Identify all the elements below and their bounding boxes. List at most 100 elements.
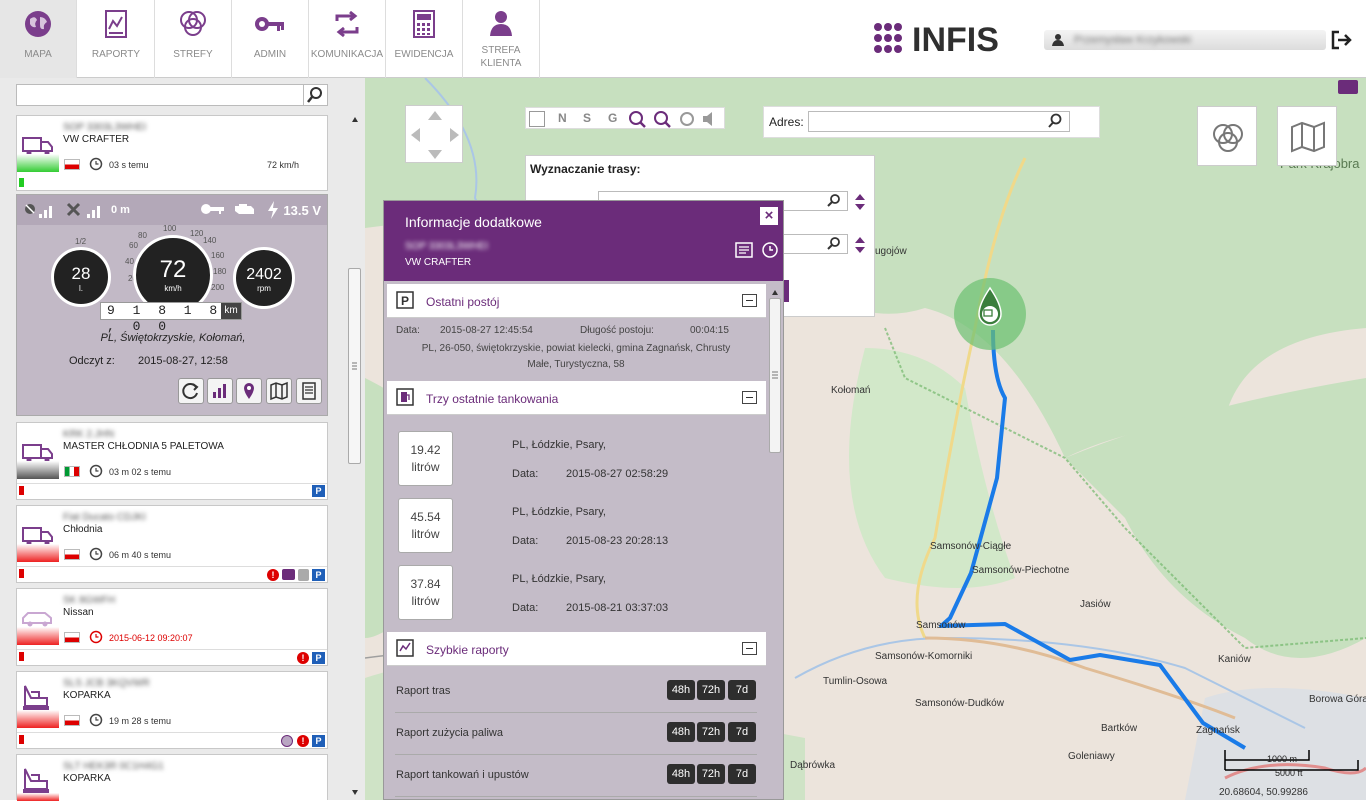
user-box[interactable]: Przemysław Krzykowski	[1044, 30, 1326, 50]
nav-strefa-klienta[interactable]: STREFA KLIENTA	[463, 0, 540, 78]
flag-pl-icon	[64, 632, 80, 643]
vehicle-plate: SLT HEK3R 0C1H4G1	[63, 761, 164, 772]
speed-scale-label: 200	[211, 283, 225, 292]
search-icon[interactable]	[826, 193, 842, 212]
pan-control[interactable]	[405, 105, 463, 163]
report-row: Raport zużycia paliwa 48h 72h 7d	[395, 713, 757, 755]
speed-unit: km/h	[164, 284, 182, 293]
map-label: Samsonów-Ciągłe	[930, 541, 1012, 552]
status-marker	[19, 569, 24, 578]
map-label: Samsonów	[916, 620, 966, 631]
reorder-arrows-icon[interactable]	[854, 236, 866, 257]
zoom-out-icon[interactable]	[653, 110, 671, 131]
map-toolbar: N S G	[525, 107, 725, 129]
fit-icon[interactable]	[529, 111, 545, 127]
speed-scale-label: 100	[163, 224, 177, 233]
search-icon[interactable]	[1046, 113, 1064, 132]
report-72h-button[interactable]: 72h	[697, 764, 725, 784]
status-bar	[17, 627, 59, 645]
vehicle-name: Nissan	[63, 607, 94, 618]
vehicle-card[interactable]: SLS JCB 3KQVWR KOPARKA 19 m 28 s temu ! …	[16, 671, 328, 749]
map-type-button[interactable]: S	[583, 111, 591, 125]
nav-ewidencja[interactable]: EWIDENCJA	[386, 0, 463, 78]
fuel-place: PL, Łódzkie, Psary,	[512, 439, 606, 451]
stop-duration: 00:04:15	[690, 325, 729, 336]
stop-address-line: Małe, Turystyczna, 58	[527, 359, 625, 370]
vehicle-speed: 72 km/h	[267, 160, 300, 170]
report-48h-button[interactable]: 48h	[667, 680, 695, 700]
section-quick-reports[interactable]: Szybkie raporty	[387, 632, 766, 666]
chart-bars-icon[interactable]	[207, 378, 233, 404]
collapse-section-icon[interactable]	[742, 391, 757, 404]
fuel-amount: 45.54	[410, 510, 441, 524]
nav-komunikacja[interactable]: KOMUNIKACJA	[309, 0, 386, 78]
search-icon[interactable]	[826, 236, 842, 255]
info-vehicle-name: VW CRAFTER	[405, 257, 472, 268]
search-button[interactable]	[303, 85, 327, 105]
nav-mapa[interactable]: MAPA	[0, 0, 77, 78]
vehicle-name: KOPARKA	[63, 773, 111, 784]
map-type-button[interactable]: G	[608, 111, 617, 125]
map-book-icon[interactable]	[266, 378, 292, 404]
nav-admin[interactable]: ADMIN	[232, 0, 309, 78]
rpm-value: 2402	[246, 266, 282, 283]
fuel-unit: litrów	[411, 527, 440, 541]
section-fuelings[interactable]: Trzy ostatnie tankowania	[387, 381, 766, 415]
vehicle-card[interactable]: KRK 2.JHN MASTER CHŁODNIA 5 PALETOWA 03 …	[16, 422, 328, 500]
collapse-section-icon[interactable]	[742, 294, 757, 307]
nav-label: EWIDENCJA	[394, 49, 454, 60]
chat-icon[interactable]	[1338, 80, 1358, 94]
compass-icon[interactable]	[678, 110, 696, 131]
report-export-icon[interactable]	[734, 240, 754, 263]
flag-pl-icon	[64, 159, 80, 170]
report-7d-button[interactable]: 7d	[728, 722, 756, 742]
info-scrollbar-thumb[interactable]	[769, 298, 781, 453]
report-72h-button[interactable]: 72h	[697, 680, 725, 700]
section-last-stop[interactable]: P Ostatni postój	[387, 284, 766, 318]
vehicle-name: MASTER CHŁODNIA 5 PALETOWA	[63, 441, 224, 452]
vehicle-card[interactable]: Fiat Ducato CDJKI Chłodnia 06 m 40 s tem…	[16, 505, 328, 583]
nav-strefy[interactable]: STREFY	[155, 0, 232, 78]
fuel-date: 2015-08-27 02:58:29	[566, 468, 669, 480]
nav-raporty[interactable]: RAPORTY	[78, 0, 155, 78]
vehicle-card[interactable]: SLT HEK3R 0C1H4G1 KOPARKA	[16, 754, 328, 801]
report-48h-button[interactable]: 48h	[667, 722, 695, 742]
vehicle-search-input[interactable]	[16, 84, 328, 106]
gsm-signal-icon	[65, 201, 105, 222]
report-72h-button[interactable]: 72h	[697, 722, 725, 742]
report-7d-button[interactable]: 7d	[728, 764, 756, 784]
dashboard-location: PL, Świętokrzyskie, Kołomań,	[100, 332, 246, 344]
left-scrollbar-thumb[interactable]	[348, 268, 361, 464]
odometer-value: 9 1 8 1 8 , 0 0	[107, 303, 223, 334]
map-layers-button[interactable]	[1277, 106, 1337, 166]
calculator-icon	[386, 0, 462, 48]
map-label: Goleniawy	[1068, 751, 1115, 762]
collapse-section-icon[interactable]	[742, 642, 757, 655]
status-marker	[19, 652, 24, 661]
zoom-in-icon[interactable]	[628, 110, 646, 131]
exchange-icon	[309, 0, 385, 48]
logout-icon[interactable]	[1330, 30, 1354, 50]
address-input[interactable]	[808, 111, 1070, 132]
rpm-unit: rpm	[257, 284, 271, 293]
map-type-button[interactable]: N	[558, 111, 567, 125]
stop-address: PL, 26-050, świętokrzyskie, powiat kiele…	[396, 341, 756, 373]
vehicle-plate: SLS JCB 3KQVWR	[63, 678, 150, 689]
fuel-pump-icon	[396, 388, 414, 406]
last-update: 2015-06-12 09:20:07	[109, 633, 193, 643]
sound-icon[interactable]	[701, 111, 719, 130]
list-icon[interactable]	[296, 378, 322, 404]
map-pin-icon[interactable]	[236, 378, 262, 404]
reorder-arrows-icon[interactable]	[854, 193, 866, 214]
close-icon[interactable]: ×	[760, 207, 778, 225]
report-48h-button[interactable]: 48h	[667, 764, 695, 784]
map-label: Samsonów-Komorniki	[875, 651, 973, 662]
fuel-amount-box: 19.42 litrów	[398, 431, 453, 486]
report-7d-button[interactable]: 7d	[728, 680, 756, 700]
scale-feet: 5000 ft	[1275, 768, 1303, 778]
refresh-icon[interactable]	[178, 378, 204, 404]
vehicle-card[interactable]: SOP 3303L3WHEI VW CRAFTER 03 s temu 72 k…	[16, 115, 328, 191]
history-icon[interactable]	[760, 240, 780, 263]
zones-layer-button[interactable]	[1197, 106, 1257, 166]
vehicle-card[interactable]: SK 8GWFH Nissan 2015-06-12 09:20:07 ! P	[16, 588, 328, 666]
